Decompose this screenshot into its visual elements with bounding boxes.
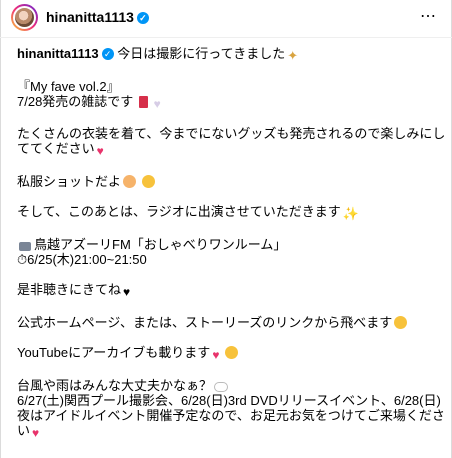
heart-icon: ♥ bbox=[32, 425, 40, 440]
caption-line: ててください ♥ bbox=[17, 141, 104, 158]
sparkles-icon: ✨ bbox=[342, 206, 359, 221]
header-username[interactable]: hinanitta1113 ✓ bbox=[46, 9, 149, 25]
caption-line: 鳥越アズーリFM「おしゃべりワンルーム」 bbox=[17, 237, 437, 252]
caption-line: YouTubeにアーカイブも載ります ♥ bbox=[17, 345, 437, 362]
caption-line: 私服ショットだよ bbox=[17, 174, 437, 189]
caption-line: hinanitta1113 ✓ 今日は撮影に行ってきました ✦ bbox=[17, 46, 299, 63]
winking-face-icon bbox=[394, 315, 408, 329]
caption-username[interactable]: hinanitta1113 bbox=[17, 46, 99, 61]
caption-line: 是非聴きにきてね ♥ bbox=[17, 282, 131, 299]
verified-badge-icon: ✓ bbox=[101, 48, 114, 60]
radio-icon bbox=[19, 241, 31, 251]
kissing-face-icon bbox=[141, 174, 155, 188]
book-icon bbox=[138, 95, 148, 108]
thought-bubble-icon bbox=[214, 381, 229, 392]
smiling-face-icon bbox=[225, 346, 239, 359]
caption-line: 6/27(土)関西プール撮影会、6/28(日)3rd DVDリリースイベント、6… bbox=[17, 392, 441, 408]
caption-line: 7/28発売の雑誌です ♥ bbox=[17, 93, 161, 111]
more-options-icon[interactable]: ⋯ bbox=[420, 6, 437, 26]
caption-line: そして、このあとは、ラジオに出演させていただきます ✨ bbox=[17, 204, 359, 221]
verified-badge-icon: ✓ bbox=[136, 12, 149, 24]
heart-hands-icon bbox=[123, 174, 137, 188]
caption-line: 台風や雨はみんな大丈夫かなぁ？ bbox=[17, 378, 437, 393]
avatar[interactable] bbox=[11, 4, 38, 31]
post-caption: hinanitta1113 ✓ 今日は撮影に行ってきました ✦ 『My fave v… bbox=[17, 46, 446, 440]
caption-line: 公式ホームページ、または、ストーリーズのリンクから飛べます bbox=[17, 315, 437, 330]
caption-line: 『My fave vol.2』 bbox=[17, 78, 120, 94]
caption-line: 夜はアイドルイベント開催予定なので、お足元お気をつけてご来場くださ bbox=[17, 407, 445, 423]
heart-icon: ♥ bbox=[212, 348, 220, 362]
caption-line: たくさんの衣装を着て、今までにないグッズも発売されるので楽しみにし bbox=[17, 126, 446, 141]
heart-icon: ♥ bbox=[96, 144, 104, 158]
stopwatch-icon: ⏱ bbox=[17, 251, 28, 267]
caption-line: ⏱6/25(木)21:00~21:50 bbox=[17, 251, 147, 267]
caption-line: い ♥ bbox=[17, 422, 40, 440]
sparkle-hand-icon: ✦ bbox=[287, 48, 299, 63]
white-heart-icon: ♥ bbox=[153, 96, 161, 111]
header-divider bbox=[0, 37, 452, 38]
black-hearts-icon: ♥ bbox=[123, 285, 131, 299]
post-header: hinanitta1113 ✓ ⋯ bbox=[0, 0, 452, 36]
